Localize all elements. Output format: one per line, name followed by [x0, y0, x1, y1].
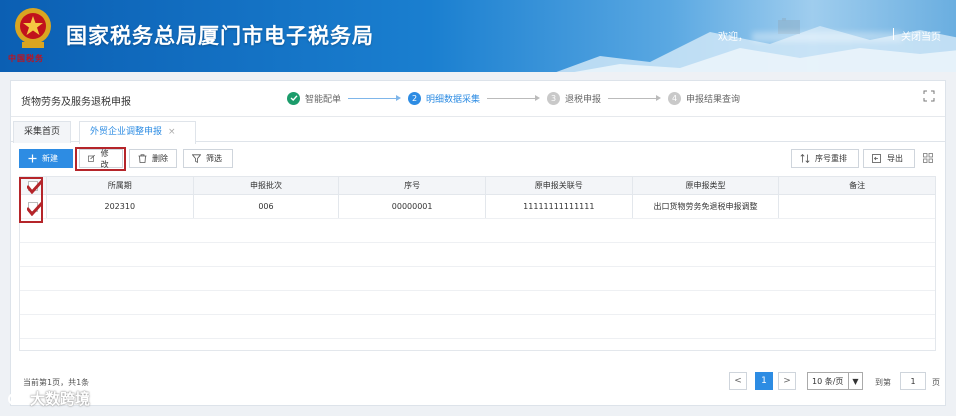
chevron-down-icon: ▼ — [848, 373, 862, 389]
prev-page-button[interactable]: < — [729, 372, 747, 390]
trash-icon — [138, 154, 147, 163]
new-label: 新建 — [42, 154, 58, 163]
close-icon[interactable]: × — [168, 127, 176, 137]
header-separator — [893, 28, 894, 40]
table-cell: 11111111111111 — [486, 195, 633, 218]
next-page-button[interactable]: > — [778, 372, 796, 390]
column-header[interactable]: 申报批次 — [194, 177, 340, 194]
tab-collect-home[interactable]: 采集首页 — [13, 121, 71, 143]
table-cell: 出口货物劳务免退税申报调整 — [633, 195, 780, 218]
fullscreen-icon[interactable] — [923, 90, 935, 102]
data-table: 所属期 申报批次 序号 原申报关联号 原申报类型 备注 202310 006 0… — [19, 176, 936, 351]
table-row-empty — [20, 291, 935, 315]
delete-label: 删除 — [152, 154, 168, 163]
mountain-background — [556, 18, 956, 72]
tab-label: 外贸企业调整申报 — [90, 127, 163, 137]
goto-page-input[interactable]: 1 — [900, 372, 926, 390]
page-size-select[interactable]: 10 条/页 ▼ — [807, 372, 863, 390]
page-info: 当前第1页，共1条 — [23, 378, 90, 387]
table-row[interactable]: 202310 006 00000001 11111111111111 出口货物劳… — [20, 195, 935, 219]
step-3: 3 退税申报 — [547, 91, 602, 105]
site-header: 中国税务 国家税务总局厦门市电子税务局 欢迎， 关闭当页 — [0, 0, 956, 72]
step-4: 4 申报结果查询 — [668, 91, 741, 105]
tax-emblem-icon — [15, 8, 51, 48]
site-title: 国家税务总局厦门市电子税务局 — [66, 24, 374, 48]
welcome-label: 欢迎， — [718, 32, 748, 43]
column-header[interactable]: 序号 — [339, 177, 486, 194]
divider — [11, 116, 945, 117]
step-1: 智能配单 — [287, 91, 342, 105]
tab-adjust-declare[interactable]: 外贸企业调整申报 × — [79, 121, 196, 144]
step-label: 申报结果查询 — [686, 94, 741, 105]
emblem-text: 中国税务 — [8, 53, 44, 63]
close-page-link[interactable]: 关闭当页 — [901, 28, 941, 43]
sort-icon — [800, 154, 810, 163]
red-check-mark-icon — [27, 180, 43, 194]
tab-bar: 采集首页 外贸企业调整申报 × — [11, 118, 945, 144]
table-cell: 00000001 — [339, 195, 486, 218]
export-label: 导出 — [887, 154, 903, 163]
check-icon — [287, 91, 300, 105]
table-row-empty — [20, 243, 935, 267]
page-size-value: 10 条/页 — [812, 376, 844, 386]
table-row-empty — [20, 219, 935, 243]
step-number: 4 — [668, 91, 682, 105]
watermark-text: 大数跨境 — [30, 390, 91, 408]
column-settings-icon[interactable] — [923, 153, 933, 163]
export-icon — [872, 154, 881, 163]
filter-button[interactable]: 筛选 — [183, 149, 233, 168]
current-page-button[interactable]: 1 — [755, 372, 773, 390]
table-row-empty — [20, 267, 935, 291]
step-arrow — [608, 95, 662, 101]
main-panel: 货物劳务及服务退税申报 智能配单 2 明细数据采集 3 退税申报 4 申报结果查… — [10, 80, 946, 406]
step-2: 2 明细数据采集 — [408, 91, 481, 105]
step-arrow — [348, 95, 402, 101]
step-number: 2 — [408, 91, 422, 105]
table-header: 所属期 申报批次 序号 原申报关联号 原申报类型 备注 — [20, 177, 935, 195]
table-cell — [779, 195, 935, 218]
watermark: 大数跨境 — [8, 388, 90, 409]
step-progress: 智能配单 2 明细数据采集 3 退税申报 4 申报结果查询 — [287, 89, 740, 107]
filter-icon — [192, 154, 201, 163]
plus-icon — [28, 154, 37, 163]
panel-title: 货物劳务及服务退税申报 — [21, 97, 131, 108]
column-header[interactable]: 所属期 — [47, 177, 194, 194]
reorder-label: 序号重排 — [815, 154, 847, 163]
table-row-empty — [20, 315, 935, 339]
column-header[interactable]: 原申报关联号 — [486, 177, 633, 194]
reorder-button[interactable]: 序号重排 — [791, 149, 859, 168]
export-button[interactable]: 导出 — [863, 149, 915, 168]
step-label: 退税申报 — [565, 94, 602, 105]
watermark-logo-icon — [8, 392, 26, 405]
column-header[interactable]: 原申报类型 — [633, 177, 780, 194]
column-header[interactable]: 备注 — [779, 177, 935, 194]
filter-label: 筛选 — [206, 154, 222, 163]
table-cell: 006 — [194, 195, 340, 218]
delete-button[interactable]: 删除 — [129, 149, 177, 168]
step-label: 明细数据采集 — [426, 94, 481, 105]
step-number: 3 — [547, 91, 561, 105]
edit-highlight-box — [75, 147, 126, 171]
welcome-text: 欢迎， — [718, 28, 902, 43]
tab-label: 采集首页 — [24, 127, 61, 137]
step-arrow — [487, 95, 541, 101]
page-unit-label: 页 — [932, 378, 940, 387]
redacted-user-name — [752, 32, 902, 42]
red-check-mark-icon — [27, 202, 43, 216]
step-label: 智能配单 — [305, 94, 342, 105]
table-cell: 202310 — [47, 195, 194, 218]
goto-label: 到第 — [875, 378, 891, 387]
new-button[interactable]: 新建 — [19, 149, 73, 168]
